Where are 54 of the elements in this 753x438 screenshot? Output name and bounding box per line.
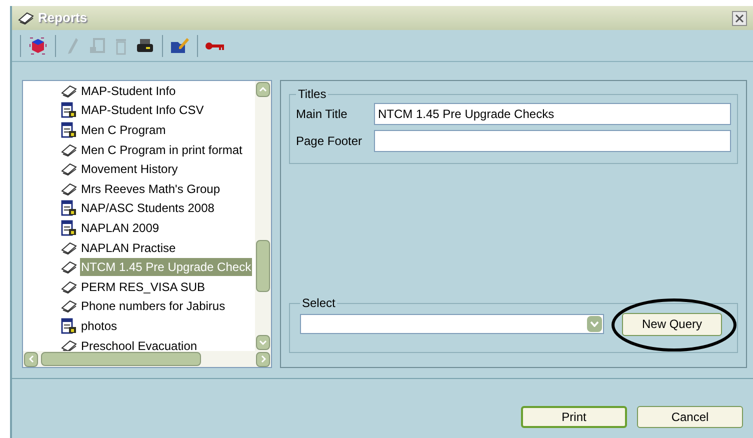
report-item[interactable]: Mrs Reeves Math's Group bbox=[61, 178, 255, 199]
report-item[interactable]: PERM RES_VISA SUB bbox=[61, 276, 255, 297]
book-icon bbox=[61, 299, 77, 314]
field-label: Page Footer bbox=[296, 133, 364, 150]
book-icon bbox=[61, 260, 77, 274]
report-item[interactable]: NAPLAN 2009 bbox=[61, 218, 255, 238]
select-dropdown[interactable] bbox=[300, 314, 604, 334]
horizontal-scrollbar[interactable] bbox=[23, 351, 271, 367]
dialog-button[interactable]: Cancel bbox=[637, 406, 743, 428]
document-icon bbox=[61, 220, 77, 236]
book-icon bbox=[61, 182, 77, 196]
document-icon bbox=[61, 200, 77, 216]
report-item[interactable]: MAP-Student Info bbox=[61, 81, 255, 101]
book-icon bbox=[61, 338, 77, 351]
text-field[interactable] bbox=[374, 130, 731, 152]
report-item[interactable]: Men C Program bbox=[61, 120, 255, 140]
scrollbar-thumb[interactable] bbox=[41, 352, 201, 366]
document-arrow-icon bbox=[89, 36, 105, 54]
cube-icon bbox=[29, 36, 47, 54]
window-title: Reports bbox=[38, 9, 88, 28]
text-field[interactable]: NTCM 1.45 Pre Upgrade Checks bbox=[374, 103, 731, 125]
book-icon bbox=[18, 11, 34, 25]
report-item[interactable]: MAP-Student Info CSV bbox=[61, 100, 255, 120]
printer-icon bbox=[136, 38, 154, 54]
new-query-button[interactable]: New Query bbox=[622, 312, 722, 336]
report-item[interactable]: photos bbox=[61, 316, 255, 336]
book-icon bbox=[61, 280, 77, 294]
report-item[interactable]: NAP/ASC Students 2008 bbox=[61, 198, 255, 218]
dialog-button[interactable]: Print bbox=[521, 406, 627, 428]
close-icon bbox=[735, 14, 744, 22]
book-icon bbox=[61, 142, 77, 157]
close-button[interactable] bbox=[732, 10, 747, 26]
report-item[interactable]: Phone numbers for Jabirus bbox=[61, 296, 255, 316]
report-item[interactable]: Preschool Evacuation bbox=[61, 336, 255, 351]
document-icon bbox=[61, 122, 77, 138]
field-label: Main Title bbox=[296, 106, 348, 123]
pencil-icon bbox=[67, 36, 79, 54]
report-item[interactable]: Movement History bbox=[61, 159, 255, 179]
document-icon bbox=[61, 318, 77, 334]
book-icon bbox=[61, 84, 77, 98]
group-label: Select bbox=[301, 295, 336, 312]
book-icon bbox=[61, 162, 77, 176]
document-icon bbox=[61, 102, 77, 118]
key-icon bbox=[205, 40, 225, 50]
report-item[interactable]: Men C Program in print format bbox=[61, 140, 255, 160]
book-icon bbox=[61, 240, 77, 255]
toolbar-button[interactable] bbox=[27, 34, 49, 56]
scrollbar-thumb[interactable] bbox=[256, 240, 270, 292]
chevron-down-icon bbox=[590, 321, 599, 327]
report-item[interactable]: NAPLAN Practise bbox=[61, 238, 255, 258]
folder-pencil-icon bbox=[170, 36, 190, 54]
trash-icon bbox=[115, 36, 127, 54]
group-label: Titles bbox=[297, 86, 328, 103]
vertical-scrollbar[interactable] bbox=[255, 81, 271, 351]
